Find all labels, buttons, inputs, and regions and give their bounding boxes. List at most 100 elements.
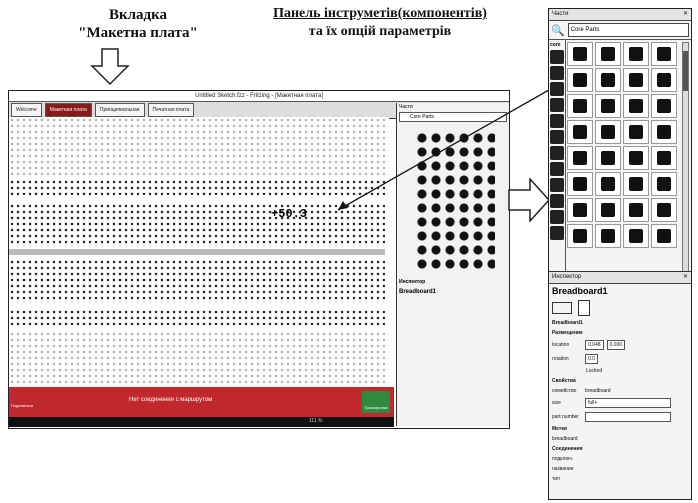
parts-inspector-panel: Части ✕ 🔍 Core Parts core Инспектор ✕ Br… (548, 8, 692, 500)
locked-row: Locked (549, 366, 691, 376)
search-icon[interactable]: 🔍 (551, 24, 565, 37)
category-icon[interactable] (550, 98, 564, 112)
family-row: семейство breadboard (549, 386, 691, 396)
part-potentiometer[interactable] (567, 94, 593, 118)
chip-part-icon (629, 99, 643, 113)
crystal-part-icon (629, 177, 643, 191)
part-relay[interactable] (595, 146, 621, 170)
part-breadboard[interactable] (567, 42, 593, 66)
category-icon[interactable] (550, 66, 564, 80)
parts-search-input[interactable]: Core Parts (567, 23, 689, 37)
category-icon[interactable] (550, 130, 564, 144)
tags-row: breadboard (549, 434, 691, 444)
battery-part-icon (601, 125, 615, 139)
part-led[interactable] (651, 42, 677, 66)
share-button[interactable]: Поделиться (11, 403, 33, 408)
mini-part-name: Breadboard1 (399, 289, 437, 295)
part-shield[interactable] (651, 224, 677, 248)
part-servo[interactable] (623, 120, 649, 144)
part-switch[interactable] (595, 94, 621, 118)
category-icon[interactable] (550, 226, 564, 240)
potentiometer-part-icon (573, 99, 587, 113)
led-part-icon (657, 47, 671, 61)
size-select[interactable]: full+ (585, 398, 671, 408)
servo-part-icon (629, 125, 643, 139)
category-icon[interactable] (550, 210, 564, 224)
antenna-part-icon (573, 203, 587, 217)
tab-welcome[interactable]: Welcome (11, 103, 42, 117)
part-arduino[interactable] (567, 68, 593, 92)
category-icon[interactable] (550, 178, 564, 192)
capacitor-part-icon (657, 73, 671, 87)
connections-section: Соединения (552, 446, 583, 452)
part-crystal[interactable] (623, 172, 649, 196)
part-motor[interactable] (567, 120, 593, 144)
inductor-part-icon (601, 203, 615, 217)
location-y-field[interactable]: 0.000 (606, 340, 626, 350)
route-button[interactable]: Трассировка (362, 391, 390, 413)
routing-status-bar: Поделиться Нет соединения с маршрутом Тр… (9, 387, 394, 417)
part-number-field[interactable] (585, 412, 671, 422)
category-icon[interactable] (550, 162, 564, 176)
part-sensor[interactable] (623, 68, 649, 92)
locked-checkbox[interactable]: Locked (586, 368, 602, 374)
part-pcb[interactable] (567, 172, 593, 196)
part-keypad[interactable] (567, 224, 593, 248)
power-rail-top (9, 179, 385, 195)
inspector-title: Инспектор (552, 274, 582, 280)
part-chip[interactable] (623, 94, 649, 118)
inspector-part-name[interactable]: Breadboard1 (549, 284, 691, 298)
part-ic[interactable] (623, 146, 649, 170)
part-resistor[interactable] (595, 42, 621, 66)
part-connector[interactable] (651, 198, 677, 222)
category-icon[interactable] (550, 194, 564, 208)
part-wire[interactable] (651, 120, 677, 144)
part-header[interactable] (595, 172, 621, 196)
jack-part-icon (629, 229, 643, 243)
parts-scrollbar[interactable] (682, 42, 689, 274)
tab-breadboard[interactable]: Макетная плата (44, 103, 92, 117)
part-inductor[interactable] (595, 198, 621, 222)
part-jack[interactable] (623, 224, 649, 248)
part-mystery[interactable] (595, 68, 621, 92)
tab-schematic[interactable]: Принципиальная (94, 103, 145, 117)
inspector-header: Инспектор ✕ (549, 272, 691, 284)
canvas-grid-lower (9, 331, 389, 387)
close-icon[interactable]: ✕ (683, 9, 688, 20)
part-display[interactable] (651, 172, 677, 196)
power-rail-bottom (9, 309, 385, 325)
mystery-part-icon (601, 73, 615, 87)
zoom-level[interactable]: 111 % (309, 418, 322, 424)
size-label: size (552, 400, 561, 406)
category-icon[interactable] (550, 114, 564, 128)
part-transistor[interactable] (623, 42, 649, 66)
category-core-label[interactable]: core (550, 42, 564, 48)
close-icon[interactable]: ✕ (683, 272, 688, 283)
part-speaker[interactable] (567, 146, 593, 170)
part-fuse[interactable] (651, 146, 677, 170)
part-antenna[interactable] (567, 198, 593, 222)
part-regulator[interactable] (595, 224, 621, 248)
part-capacitor[interactable] (651, 68, 677, 92)
mini-inspector-title: Инспектор (399, 279, 426, 285)
tab-annotation: Вкладка "Макетна плата" (58, 6, 218, 42)
rotation-field[interactable]: 0.0 (585, 354, 598, 364)
wire-part-icon (657, 125, 671, 139)
part-battery[interactable] (595, 120, 621, 144)
part-diode[interactable] (651, 94, 677, 118)
conn-row: подключ. (549, 454, 691, 464)
parts-bin: core (549, 40, 691, 276)
part-button[interactable] (623, 198, 649, 222)
parts-scroll-thumb[interactable] (683, 51, 688, 91)
tab-pcb[interactable]: Печатная плата (147, 103, 195, 117)
inspector-subtitle: Breadboard1 (552, 320, 583, 326)
motor-part-icon (573, 125, 587, 139)
name-label: название (552, 466, 574, 472)
location-x-field[interactable]: 0.048 (585, 340, 604, 350)
category-icon[interactable] (550, 82, 564, 96)
category-icon[interactable] (550, 50, 564, 64)
preview-icon (578, 300, 590, 316)
speaker-part-icon (573, 151, 587, 165)
relay-part-icon (601, 151, 615, 165)
category-icon[interactable] (550, 146, 564, 160)
